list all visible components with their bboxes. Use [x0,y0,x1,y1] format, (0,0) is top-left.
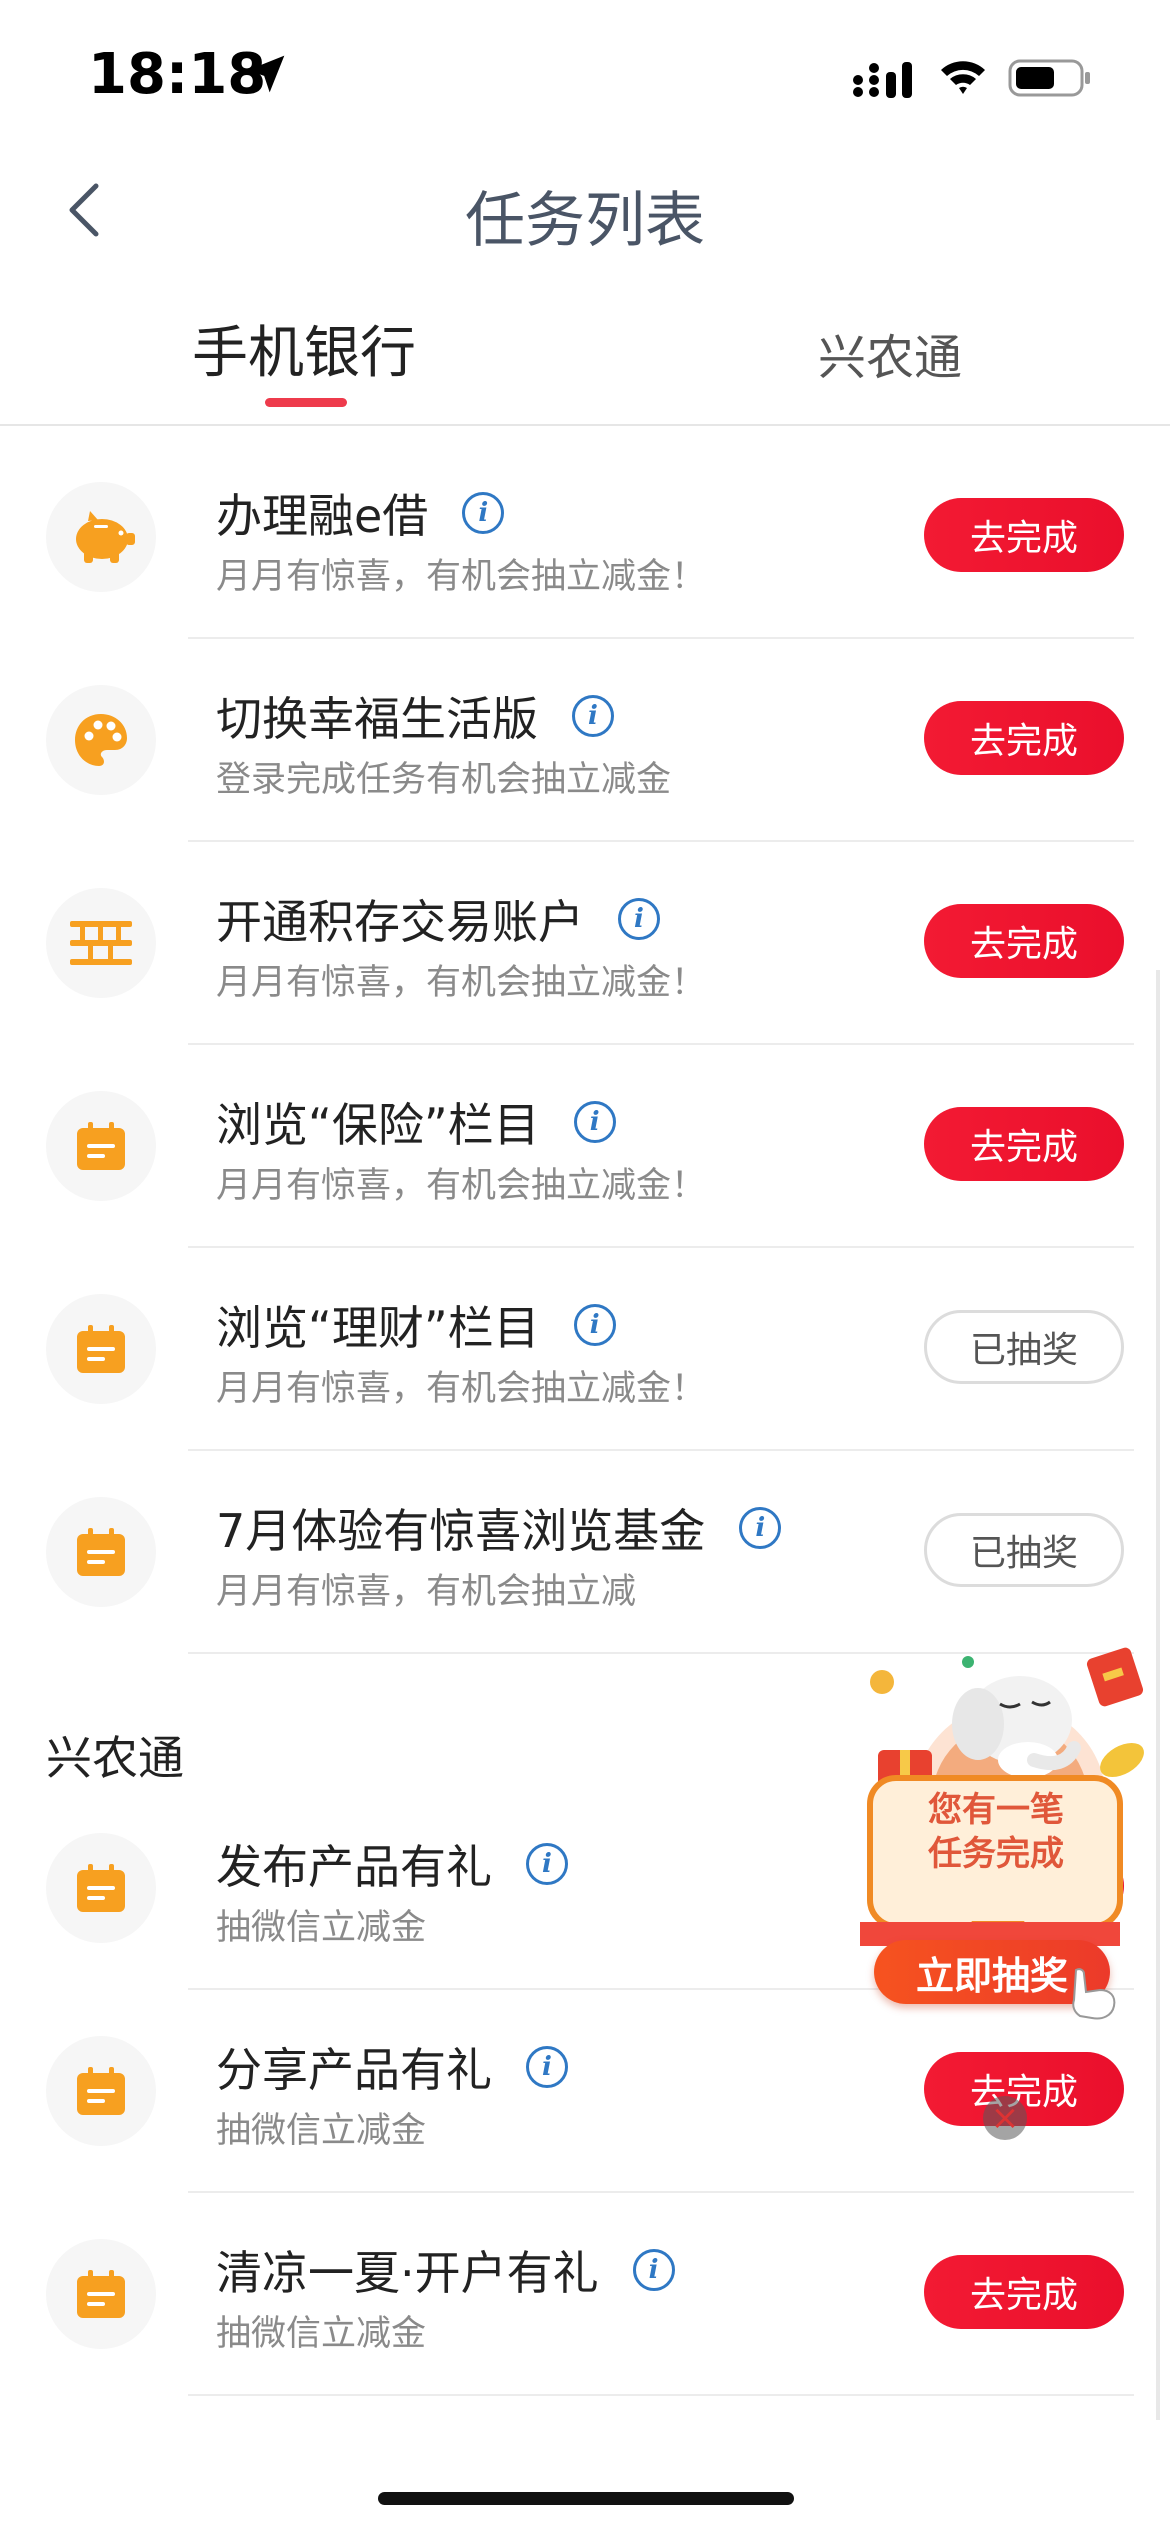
calendar-icon [77,1864,125,1912]
task-subtitle: 抽微信立减金 [216,2314,427,2354]
info-icon[interactable]: i [572,695,614,737]
go-complete-button[interactable]: 去完成 [924,498,1124,572]
wifi-icon [941,61,985,94]
go-complete-button[interactable]: 去完成 [924,1107,1124,1181]
task-icon-container [46,2239,156,2349]
task-subtitle: 月月有惊喜，有机会抽立减金！ [216,1369,707,1409]
task-title: 分享产品有礼 [216,2043,492,2097]
tab-xingnongtong[interactable]: 兴农通 [818,318,962,388]
calendar-icon [77,2270,125,2318]
info-icon[interactable]: i [632,2249,675,2291]
task-subtitle: 月月有惊喜，有机会抽立减金！ [216,1166,707,1206]
task-row: 办理融e借 i 月月有惊喜，有机会抽立减金！ 去完成 [0,436,1170,639]
task-icon-container [46,1833,156,1943]
task-row: 浏览“理财”栏目 i 月月有惊喜，有机会抽立减金！ 已抽奖 [0,1248,1170,1451]
task-subtitle: 月月有惊喜，有机会抽立减金！ [216,963,707,1003]
task-row: 开通积存交易账户 i 月月有惊喜，有机会抽立减金！ 去完成 [0,842,1170,1045]
task-subtitle: 抽微信立减金 [216,2111,427,2151]
go-complete-button[interactable]: 去完成 [924,701,1124,775]
task-subtitle: 抽微信立减金 [216,1908,427,1948]
status-time: 18:18 [88,42,267,107]
task-subtitle: 月月有惊喜，有机会抽立减 [216,1572,637,1612]
info-icon[interactable]: i [573,1101,616,1143]
info-icon[interactable]: i [618,898,660,940]
tab-mobile-banking[interactable]: 手机银行 [192,308,416,389]
task-icon-container [46,1091,156,1201]
task-row: 清凉一夏·开户有礼 i 抽微信立减金 去完成 [0,2193,1170,2396]
active-tab-indicator [265,398,347,407]
page-title: 任务列表 [465,186,705,256]
info-icon[interactable]: i [526,1843,568,1885]
task-icon-container [46,1497,156,1607]
task-title: 7月体验有惊喜浏览基金 [216,1504,706,1558]
task-icon-container [46,888,156,998]
palette-icon [75,714,127,766]
home-indicator[interactable] [378,2492,794,2505]
task-title: 发布产品有礼 [216,1840,492,1894]
task-row: 切换幸福生活版 i 登录完成任务有机会抽立减金 去完成 [0,639,1170,842]
task-icon-container [46,685,156,795]
location-arrow-icon [247,55,285,93]
lottery-promo-widget[interactable]: 您有一笔 任务完成 立即抽奖 [860,1640,1170,2030]
info-icon[interactable]: i [739,1507,782,1549]
calendar-icon [77,1528,125,1576]
task-icon-container [46,1294,156,1404]
task-title: 浏览“理财”栏目 [216,1301,540,1355]
row-divider [188,2394,1134,2396]
calendar-icon [77,1122,125,1170]
calendar-icon [77,1325,125,1373]
go-complete-button[interactable]: 去完成 [924,904,1124,978]
task-title: 开通积存交易账户 [216,895,584,949]
task-title: 切换幸福生活版 [216,692,538,746]
task-title: 清凉一夏·开户有礼 [216,2246,599,2300]
info-icon[interactable]: i [573,1304,616,1346]
drawn-status-button[interactable]: 已抽奖 [924,1310,1124,1384]
piggy-bank-icon [76,511,135,563]
task-subtitle: 月月有惊喜，有机会抽立减金！ [216,557,707,597]
task-title: 浏览“保险”栏目 [216,1098,540,1152]
task-icon-container [46,2036,156,2146]
drawn-status-button[interactable]: 已抽奖 [924,1513,1124,1587]
section-title-xingnongtong: 兴农通 [46,1731,184,1785]
battery-icon [1008,59,1090,97]
abacus-icon [70,921,132,965]
info-icon[interactable]: i [462,492,505,534]
task-row: 7月体验有惊喜浏览基金 i 月月有惊喜，有机会抽立减 已抽奖 [0,1451,1170,1654]
tabs-divider [0,424,1170,426]
go-complete-button[interactable]: 去完成 [924,2255,1124,2329]
info-icon[interactable]: i [526,2046,568,2088]
cellular-signal-icon [853,62,912,98]
task-row: 浏览“保险”栏目 i 月月有惊喜，有机会抽立减金！ 去完成 [0,1045,1170,1248]
pointing-hand-icon [1072,1968,1116,2020]
task-icon-container [46,482,156,592]
task-title: 办理融e借 [216,489,429,543]
task-subtitle: 登录完成任务有机会抽立减金 [216,760,672,800]
calendar-icon [77,2067,125,2115]
promo-message-line1: 您有一笔 [928,1790,1064,1830]
close-promo-icon[interactable]: × [983,2096,1027,2140]
promo-message-line2: 任务完成 [928,1834,1064,1874]
